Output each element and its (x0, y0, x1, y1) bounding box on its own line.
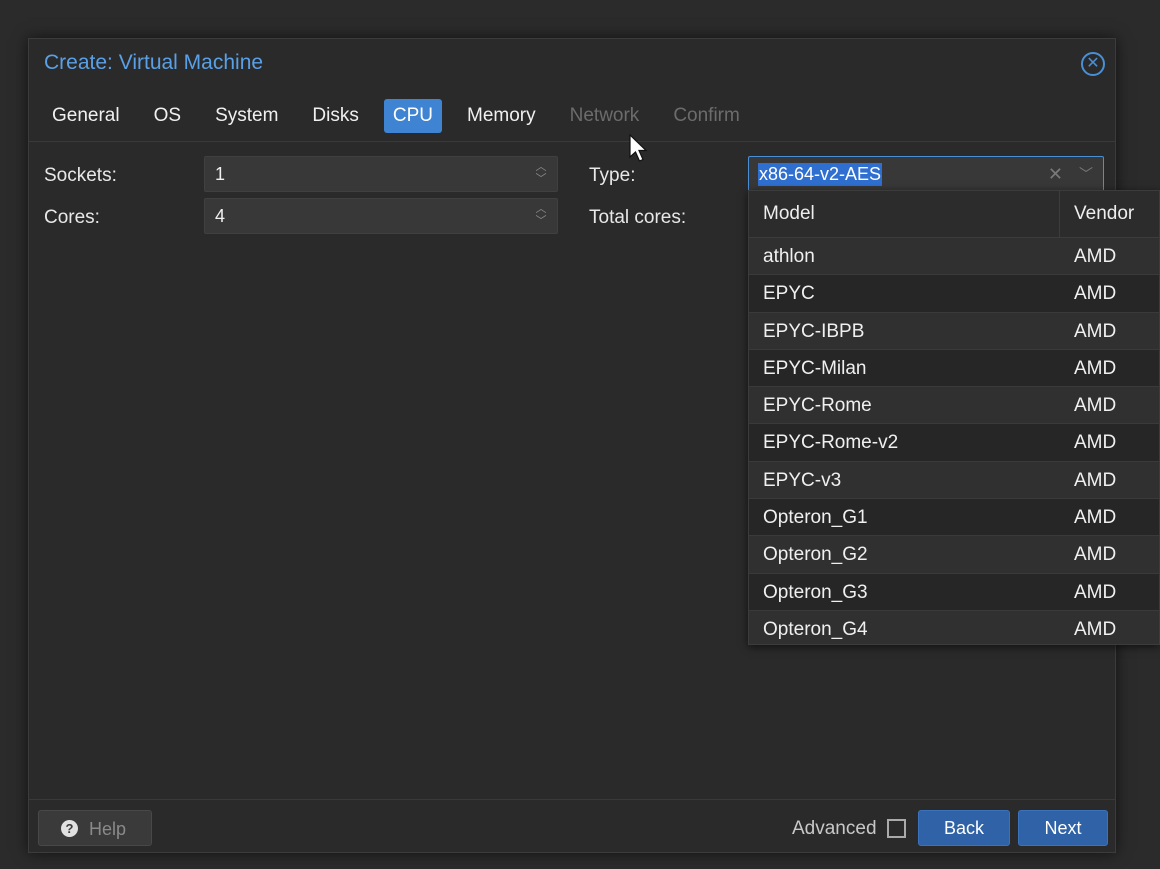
row-vendor: AMD (1074, 507, 1117, 529)
row-model: EPYC-Milan (763, 357, 867, 379)
row-model: EPYC (763, 283, 815, 305)
list-item[interactable]: athlon AMD (749, 238, 1159, 276)
wizard-tabs: General OS System Disks CPU Memory Netwo… (43, 99, 765, 133)
tabs-divider (29, 141, 1115, 142)
cpu-type-combobox[interactable]: x86-64-v2-AES ✕ ﹀ (748, 156, 1104, 192)
tab-confirm: Confirm (673, 105, 740, 126)
row-vendor: AMD (1074, 283, 1117, 305)
close-icon[interactable]: ✕ (1081, 52, 1105, 76)
spinner-arrows-icon[interactable]: ︿ ﹀ (535, 161, 547, 187)
chevron-down-icon[interactable]: ﹀ (1079, 164, 1093, 184)
row-vendor: AMD (1074, 618, 1117, 640)
row-vendor: AMD (1074, 469, 1117, 491)
row-model: athlon (763, 246, 815, 267)
tab-network: Network (569, 105, 640, 126)
row-model: Opteron_G1 (763, 507, 868, 529)
row-vendor: AMD (1074, 432, 1117, 454)
help-button[interactable]: ? Help (38, 810, 152, 846)
column-separator (1059, 191, 1060, 237)
sockets-label: Sockets: (44, 165, 117, 186)
advanced-label: Advanced (792, 818, 877, 839)
sockets-value: 1 (215, 164, 226, 184)
cpu-type-value[interactable]: x86-64-v2-AES (758, 163, 883, 186)
row-model: EPYC-IBPB (763, 320, 865, 342)
cores-label: Cores: (44, 207, 100, 228)
list-item[interactable]: Opteron_G3 AMD (749, 573, 1159, 611)
row-model: EPYC-Rome-v2 (763, 432, 899, 454)
tab-cpu[interactable]: CPU (383, 99, 442, 133)
help-label: Help (89, 819, 127, 839)
dialog-titlebar: Create: Virtual Machine ✕ (29, 39, 1115, 89)
spinner-arrows-icon[interactable]: ︿ ﹀ (535, 203, 547, 229)
list-item[interactable]: Opteron_G2 AMD (749, 536, 1159, 574)
tab-general[interactable]: General (43, 99, 129, 133)
list-item[interactable]: Opteron_G4 AMD (749, 610, 1159, 644)
tab-os[interactable]: OS (145, 99, 190, 133)
row-vendor: AMD (1074, 357, 1117, 379)
dialog-title: Create: Virtual Machine (44, 51, 264, 74)
dropdown-header: Model Vendor (749, 191, 1159, 238)
list-item[interactable]: EPYC AMD (749, 275, 1159, 313)
advanced-checkbox[interactable] (887, 819, 906, 838)
row-vendor: AMD (1074, 320, 1117, 342)
row-model: EPYC-v3 (763, 469, 842, 491)
clear-icon[interactable]: ✕ (1048, 164, 1063, 185)
cores-stepper[interactable]: 4 ︿ ﹀ (204, 198, 558, 234)
back-button[interactable]: Back (918, 810, 1010, 846)
cpu-type-dropdown[interactable]: Model Vendor athlon AMD EPYC AMD EPYC-IB… (748, 190, 1160, 645)
question-icon: ? (61, 820, 78, 837)
column-header-vendor[interactable]: Vendor (1074, 203, 1134, 225)
tab-system[interactable]: System (206, 99, 287, 133)
sockets-stepper[interactable]: 1 ︿ ﹀ (204, 156, 558, 192)
cores-value: 4 (215, 206, 226, 226)
list-item[interactable]: EPYC-Rome AMD (749, 387, 1159, 425)
row-model: Opteron_G4 (763, 618, 868, 640)
row-model: Opteron_G3 (763, 581, 868, 603)
row-vendor: AMD (1074, 395, 1117, 417)
list-item[interactable]: EPYC-Rome-v2 AMD (749, 424, 1159, 462)
list-item[interactable]: EPYC-IBPB AMD (749, 312, 1159, 350)
list-item[interactable]: Opteron_G1 AMD (749, 499, 1159, 537)
tab-memory[interactable]: Memory (458, 99, 545, 133)
type-label: Type: (589, 165, 636, 186)
next-button[interactable]: Next (1018, 810, 1108, 846)
row-vendor: AMD (1074, 544, 1117, 566)
column-header-model[interactable]: Model (763, 203, 815, 225)
row-model: Opteron_G2 (763, 544, 868, 566)
total-cores-label: Total cores: (589, 207, 687, 228)
row-vendor: AMD (1074, 246, 1117, 267)
list-item[interactable]: EPYC-Milan AMD (749, 349, 1159, 388)
tab-disks[interactable]: Disks (303, 99, 367, 133)
footer-divider (29, 799, 1115, 800)
row-model: EPYC-Rome (763, 395, 872, 417)
row-vendor: AMD (1074, 581, 1117, 603)
list-item[interactable]: EPYC-v3 AMD (749, 461, 1159, 500)
mouse-cursor-icon (629, 134, 648, 162)
